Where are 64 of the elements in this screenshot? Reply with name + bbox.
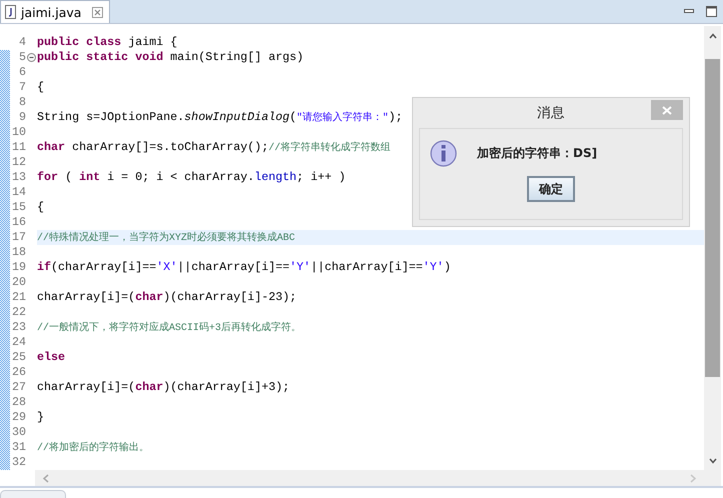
maximize-icon[interactable] (706, 6, 717, 16)
horizontal-scrollbar[interactable] (35, 470, 704, 486)
line-number: 13 (11, 170, 26, 185)
code-line: public class jaimi { (37, 35, 178, 50)
line-number: 17 (11, 230, 26, 245)
code-line: } (37, 410, 44, 425)
scroll-right-icon[interactable] (690, 474, 696, 482)
code-line: { (37, 80, 44, 95)
line-number: 9 (18, 110, 26, 125)
line-number: 20 (11, 275, 26, 290)
code-line: String s=JOptionPane.showInputDialog("请您输入字符串："); (37, 110, 403, 125)
code-line: public static void main(String[] args) (37, 50, 304, 65)
line-number: 7 (18, 80, 26, 95)
line-number: 28 (11, 395, 26, 410)
line-number: 11 (11, 140, 26, 155)
info-icon (430, 140, 457, 167)
line-number: 12 (11, 155, 26, 170)
line-number: 23 (11, 320, 26, 335)
code-line: for ( int i = 0; i < charArray.length; i++ ) (37, 170, 346, 185)
line-number: 30 (11, 425, 26, 440)
line-number: 10 (11, 125, 26, 140)
dialog-title: 消息 (537, 104, 565, 122)
close-button[interactable] (651, 100, 683, 120)
scroll-down-icon[interactable] (708, 458, 716, 464)
scroll-up-icon[interactable] (708, 33, 716, 39)
code-line: { (37, 200, 44, 215)
collapse-icon[interactable] (27, 53, 36, 62)
line-number: 24 (11, 335, 26, 350)
line-number: 5 (18, 50, 26, 65)
line-number: 18 (11, 245, 26, 260)
java-file-icon (5, 5, 16, 19)
view-tab[interactable] (0, 490, 66, 498)
line-number: 25 (11, 350, 26, 365)
line-number: 22 (11, 305, 26, 320)
code-line: char charArray[]=s.toCharArray();//将字符串转化成字符数组 (37, 140, 390, 155)
line-number: 27 (11, 380, 26, 395)
vertical-scrollbar[interactable] (704, 26, 721, 486)
line-number: 32 (11, 455, 26, 470)
line-number: 19 (11, 260, 26, 275)
code-line: if(charArray[i]=='X'||charArray[i]=='Y'||charArray[i]=='Y') (37, 260, 451, 275)
minimize-icon[interactable] (684, 8, 694, 14)
line-number: 26 (11, 365, 26, 380)
line-number: 4 (18, 35, 26, 50)
tab-label: jaimi.java (21, 4, 82, 20)
code-line: charArray[i]=(char)(charArray[i]+3); (37, 380, 290, 395)
code-line: else (37, 350, 66, 365)
code-line: //将加密后的字符输出。 (37, 440, 150, 455)
ok-button[interactable]: 确定 (527, 176, 575, 202)
scroll-left-icon[interactable] (43, 474, 49, 482)
line-number: 8 (18, 95, 26, 110)
close-button[interactable] (92, 6, 104, 18)
line-number: 14 (11, 185, 26, 200)
line-number: 29 (11, 410, 26, 425)
dialog-message: 加密后的字符串：DS] (477, 145, 598, 162)
line-number: 6 (18, 65, 26, 80)
line-number: 16 (11, 215, 26, 230)
close-icon[interactable] (662, 106, 672, 114)
line-number: 15 (11, 200, 26, 215)
editor-tab[interactable]: jaimi.java (0, 0, 110, 23)
line-number: 31 (11, 440, 26, 455)
line-number: 21 (11, 290, 26, 305)
code-line: //一般情况下，将字符对应成ASCII码+3后再转化成字符。 (37, 320, 302, 335)
scrollbar-thumb[interactable] (705, 59, 720, 377)
code-line: charArray[i]=(char)(charArray[i]-23); (37, 290, 297, 305)
